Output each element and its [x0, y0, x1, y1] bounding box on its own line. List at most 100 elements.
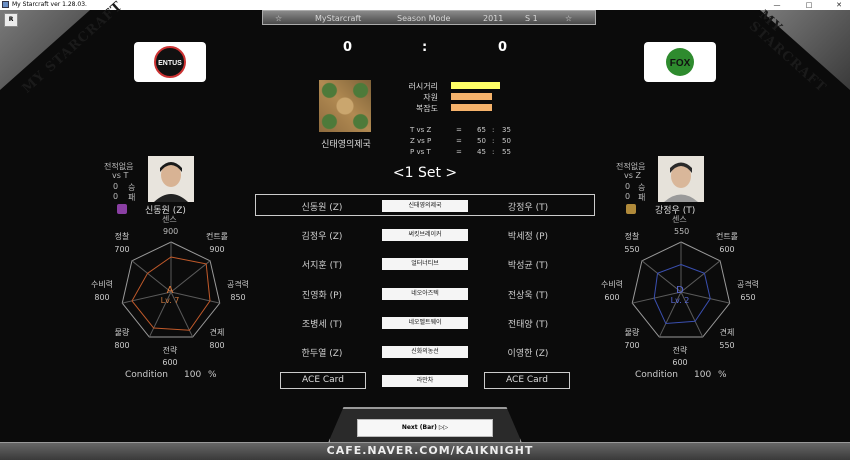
radar-label: 공격력: [226, 280, 250, 289]
radar-label: 견제: [209, 328, 225, 337]
ace-map-button[interactable]: 라만차: [382, 375, 468, 387]
player-level: Lv. 2: [670, 296, 690, 305]
set-player-right[interactable]: 박세정 (P): [483, 229, 573, 242]
set-map-button[interactable]: 신화의농선: [382, 346, 468, 358]
strip-season: S 1: [525, 14, 538, 23]
close-button[interactable]: ✕: [830, 0, 848, 10]
ace-card-left-button[interactable]: ACE Card: [280, 372, 366, 389]
set-player-left[interactable]: 진영화 (P): [277, 288, 367, 301]
set-player-right[interactable]: 전상욱 (T): [483, 288, 573, 301]
radar-label: 정찰: [624, 232, 640, 241]
set-player-left[interactable]: 서지훈 (T): [277, 258, 367, 271]
condition-value: 100: [694, 370, 712, 380]
set-player-right[interactable]: 이영한 (Z): [483, 346, 573, 359]
star-icon: ☆: [565, 14, 573, 23]
ace-card-right-button[interactable]: ACE Card: [484, 372, 570, 389]
player-portrait-left: [148, 156, 194, 202]
stat-bar-resource: [451, 93, 492, 100]
stat-label-rush: 러시거리: [408, 82, 438, 91]
set-player-right[interactable]: 강정우 (T): [483, 200, 573, 213]
player-photo-icon: [148, 156, 194, 202]
radar-label: 전략: [672, 346, 688, 355]
svg-text:FOX: FOX: [670, 58, 691, 69]
set-map-button[interactable]: 얼터너티브: [382, 258, 468, 270]
radar-label: 견제: [719, 328, 735, 337]
player-photo-icon: [658, 156, 704, 202]
radar-value: 700: [624, 341, 640, 350]
matchup-eq: =: [456, 137, 462, 145]
vs-label: vs Z: [624, 171, 641, 180]
radar-label: 컨트롤: [205, 232, 229, 241]
strip-mode: Season Mode: [397, 14, 451, 23]
team-logo-left: ENTUS: [134, 42, 206, 82]
matchup-colon: :: [492, 126, 495, 134]
radar-value: 800: [209, 341, 225, 350]
radar-value: 550: [624, 245, 640, 254]
losses-value: 0: [113, 192, 119, 201]
zerg-race-icon: [117, 204, 127, 214]
wins-value: 0: [625, 182, 631, 191]
set-map-button[interactable]: 네오벨트웨이: [382, 317, 468, 329]
fox-logo-icon: FOX: [666, 48, 694, 76]
radar-value: 850: [230, 293, 246, 302]
map-name: 신태영의제국: [321, 140, 371, 150]
title-bar: My Starcraft ver 1.28.03. — □ ✕: [0, 0, 850, 10]
set-player-left[interactable]: 조병세 (T): [277, 317, 367, 330]
matchup-b: 50: [502, 137, 511, 145]
player-grade: D: [676, 285, 684, 296]
matchup-eq: =: [456, 126, 462, 134]
radar-label: 수비력: [600, 280, 624, 289]
losses-label: 패: [638, 193, 646, 202]
radar-label: 정찰: [114, 232, 130, 241]
maximize-button[interactable]: □: [800, 0, 818, 10]
player-portrait-right: [658, 156, 704, 202]
set-player-left[interactable]: 신동원 (Z): [277, 200, 367, 213]
radar-value: 800: [94, 293, 110, 302]
set-map-button[interactable]: 네오아즈텍: [382, 288, 468, 300]
stat-label-resource: 자원: [423, 93, 438, 102]
matchup-a: 45: [477, 148, 486, 156]
radar-value: 600: [162, 358, 178, 367]
score-right: 0: [498, 40, 508, 55]
player-level: Lv. 7: [160, 296, 180, 305]
matchup-a: 50: [477, 137, 486, 145]
radar-value: 800: [114, 341, 130, 350]
losses-value: 0: [625, 192, 631, 201]
minimize-button[interactable]: —: [768, 0, 786, 10]
top-stat-value: 900: [163, 227, 179, 236]
radar-label: 공격력: [736, 280, 760, 289]
r-button[interactable]: R: [4, 13, 18, 27]
strip-year: 2011: [483, 14, 504, 23]
matchup-label: P vs T: [410, 148, 431, 156]
wins-value: 0: [113, 182, 119, 191]
app-icon: [2, 1, 9, 8]
next-button[interactable]: Next (Bar) ▷▷: [357, 419, 493, 437]
radar-label: 물량: [114, 328, 130, 337]
set-player-right[interactable]: 전태양 (T): [483, 317, 573, 330]
matchup-label: T vs Z: [410, 126, 432, 134]
top-stat-value: 550: [674, 227, 690, 236]
set-map-button[interactable]: 써킷브레이커: [382, 229, 468, 241]
set-player-left[interactable]: 김정우 (Z): [277, 229, 367, 242]
condition-unit: %: [208, 370, 217, 380]
set-map-button[interactable]: 신태영의제국: [382, 200, 468, 212]
condition-label: Condition: [635, 370, 678, 380]
star-icon: ☆: [275, 14, 283, 23]
matchup-b: 55: [502, 148, 511, 156]
strip-app-name: MyStarcraft: [315, 14, 362, 23]
team-logo-right: FOX: [644, 42, 716, 82]
condition-label: Condition: [125, 370, 168, 380]
matchup-a: 65: [477, 126, 486, 134]
app-window: My Starcraft ver 1.28.03. — □ ✕ MY STARC…: [0, 0, 850, 460]
top-info-strip: ☆ MyStarcraft Season Mode 2011 S 1 ☆: [262, 10, 596, 25]
score-left: 0: [343, 40, 353, 55]
top-stat-label: 센스: [162, 215, 177, 224]
set-player-right[interactable]: 박성균 (T): [483, 258, 573, 271]
stat-bar-rush: [451, 82, 500, 89]
radar-label: 물량: [624, 328, 640, 337]
radar-label: 전략: [162, 346, 178, 355]
vs-label: vs T: [112, 171, 129, 180]
top-stat-label: 센스: [672, 215, 687, 224]
radar-value: 600: [672, 358, 688, 367]
set-player-left[interactable]: 한두열 (Z): [277, 346, 367, 359]
